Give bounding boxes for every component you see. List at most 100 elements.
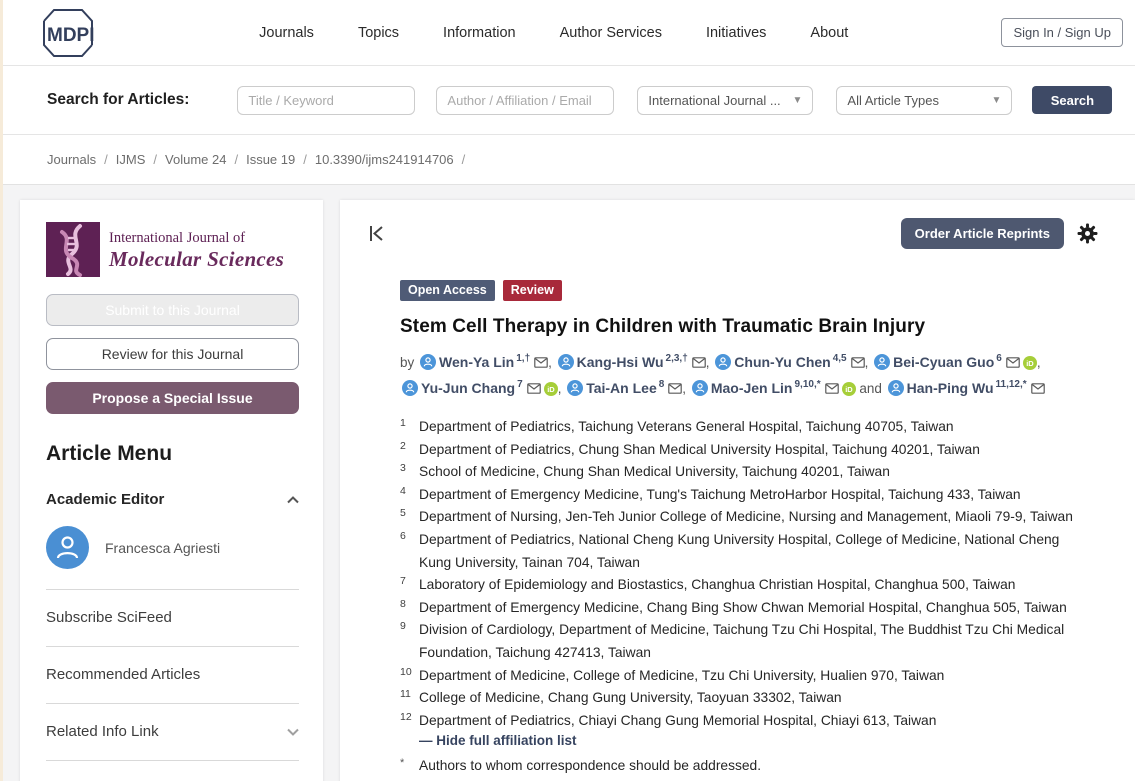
breadcrumb-link[interactable]: Volume 24: [165, 152, 226, 167]
sidebar-link[interactable]: Subscribe SciFeed: [46, 609, 299, 626]
email-icon[interactable]: [692, 357, 706, 368]
mdpi-logo[interactable]: MDPI: [30, 7, 106, 59]
affiliation-number: 8: [400, 593, 406, 616]
author-name-link[interactable]: Yu-Jun Chang: [421, 380, 515, 396]
affiliation-number: 6: [400, 525, 406, 548]
email-icon[interactable]: [527, 383, 541, 394]
footnote: *Authors to whom correspondence should b…: [400, 754, 1093, 777]
author-avatar-icon[interactable]: [715, 354, 731, 370]
editor-avatar-icon[interactable]: [46, 526, 89, 569]
article-body: Open Access Review Stem Cell Therapy in …: [400, 280, 1093, 781]
journal-dna-icon: [46, 222, 100, 277]
breadcrumb-link[interactable]: Journals: [47, 152, 96, 167]
hide-affiliation-list-link[interactable]: — Hide full affiliation list: [419, 733, 1093, 748]
order-reprints-button[interactable]: Order Article Reprints: [901, 218, 1064, 249]
nav-item[interactable]: Journals: [259, 25, 314, 41]
sidebar-link[interactable]: Recommended Articles: [46, 666, 299, 683]
email-icon[interactable]: [825, 383, 839, 394]
article-type-select-value: All Article Types: [847, 93, 939, 108]
breadcrumb-link[interactable]: 10.3390/ijms241914706: [315, 152, 454, 167]
affiliation-number: 5: [400, 502, 406, 525]
breadcrumb-item: 10.3390/ijms241914706 /: [315, 152, 465, 167]
author-affiliation-sup: 6: [996, 353, 1002, 364]
article-badges: Open Access Review: [400, 280, 1093, 301]
email-icon[interactable]: [668, 383, 682, 394]
affiliation-number: 12: [400, 706, 412, 729]
affiliation-text: Department of Pediatrics, Chiayi Chang G…: [419, 713, 936, 728]
breadcrumb-link[interactable]: Issue 19: [246, 152, 295, 167]
email-icon[interactable]: [1006, 357, 1020, 368]
author: Wen-Ya Lin1,†,: [418, 355, 556, 370]
sidebar-link-label: Related Info Link: [46, 723, 159, 740]
toolbar-right: Order Article Reprints: [901, 218, 1098, 249]
author-name-link[interactable]: Mao-Jen Lin: [711, 380, 793, 396]
breadcrumb-link[interactable]: IJMS: [116, 152, 146, 167]
sidebar-link[interactable]: Related Info Link: [46, 723, 299, 740]
author-affiliation-input[interactable]: [436, 86, 614, 115]
journal-logo[interactable]: International Journal of Molecular Scien…: [46, 222, 299, 277]
gear-icon[interactable]: [1077, 223, 1098, 244]
author-name-link[interactable]: Kang-Hsi Wu: [577, 354, 664, 370]
author-separator: ,: [1037, 355, 1041, 370]
affiliation-item: 6Department of Pediatrics, National Chen…: [400, 529, 1076, 574]
chevron-down-icon: ▼: [992, 95, 1002, 106]
sign-in-button[interactable]: Sign In / Sign Up: [1001, 18, 1123, 47]
nav-item[interactable]: Author Services: [560, 25, 662, 41]
affiliation-item: 2Department of Pediatrics, Chung Shan Me…: [400, 439, 1076, 462]
sidebar-action-button[interactable]: Propose a Special Issue: [46, 382, 299, 414]
title-keyword-input[interactable]: [237, 86, 415, 115]
orcid-icon[interactable]: iD: [544, 382, 558, 396]
breadcrumb-separator: /: [104, 152, 108, 167]
author-affiliation-sup: 9,10,*: [794, 379, 820, 390]
divider: [46, 646, 299, 647]
affiliation-number: 10: [400, 661, 412, 684]
email-icon[interactable]: [851, 357, 865, 368]
academic-editor-section-toggle[interactable]: Academic Editor: [46, 491, 299, 508]
orcid-icon[interactable]: iD: [842, 382, 856, 396]
author-avatar-icon[interactable]: [420, 354, 436, 370]
search-label: Search for Articles:: [47, 91, 189, 109]
author: Kang-Hsi Wu2,3,†,: [556, 355, 714, 370]
sidebar-action-button[interactable]: Submit to this Journal: [46, 294, 299, 326]
author-affiliation-sup: 2,3,†: [666, 353, 688, 364]
breadcrumb-item: Issue 19 /: [246, 152, 307, 167]
email-icon[interactable]: [1031, 383, 1045, 394]
sidebar-action-button[interactable]: Review for this Journal: [46, 338, 299, 370]
affiliation-number: 2: [400, 435, 406, 458]
nav-item[interactable]: Information: [443, 25, 516, 41]
author-separator: and: [856, 381, 886, 396]
nav-item[interactable]: Initiatives: [706, 25, 766, 41]
author-avatar-icon[interactable]: [558, 354, 574, 370]
author-avatar-icon[interactable]: [402, 380, 418, 396]
nav-item[interactable]: About: [810, 25, 848, 41]
author-name-link[interactable]: Han-Ping Wu: [907, 380, 994, 396]
article-type-select[interactable]: All Article Types ▼: [836, 86, 1012, 115]
affiliation-text: Department of Pediatrics, National Cheng…: [419, 532, 1059, 570]
orcid-icon[interactable]: iD: [1023, 356, 1037, 370]
academic-editor-name[interactable]: Francesca Agriesti: [105, 540, 220, 556]
email-icon[interactable]: [534, 357, 548, 368]
article-title: Stem Cell Therapy in Children with Traum…: [400, 316, 1093, 338]
author-name-link[interactable]: Bei-Cyuan Guo: [893, 354, 994, 370]
affiliation-text: Department of Pediatrics, Chung Shan Med…: [419, 442, 980, 457]
author: Tai-An Lee8,: [565, 381, 690, 396]
affiliation-number: 4: [400, 480, 406, 503]
author-name-link[interactable]: Wen-Ya Lin: [439, 354, 514, 370]
affiliation-list: 1Department of Pediatrics, Taichung Vete…: [400, 416, 1076, 732]
author-name-link[interactable]: Tai-An Lee: [586, 380, 657, 396]
page-content: International Journal of Molecular Scien…: [0, 185, 1135, 781]
affiliation-text: Division of Cardiology, Department of Me…: [419, 622, 1064, 660]
author-avatar-icon[interactable]: [874, 354, 890, 370]
affiliation-text: Department of Nursing, Jen-Teh Junior Co…: [419, 509, 1073, 524]
collapse-sidebar-icon[interactable]: [368, 225, 386, 242]
author-avatar-icon[interactable]: [692, 380, 708, 396]
journal-select[interactable]: International Journal ... ▼: [637, 86, 813, 115]
footnote-marker: *: [400, 752, 404, 775]
author-avatar-icon[interactable]: [567, 380, 583, 396]
author-avatar-icon[interactable]: [888, 380, 904, 396]
article-badge: Review: [503, 280, 562, 301]
search-button[interactable]: Search: [1032, 86, 1112, 114]
nav-item[interactable]: Topics: [358, 25, 399, 41]
author-name-link[interactable]: Chun-Yu Chen: [734, 354, 830, 370]
top-header: MDPI Journals Topics Information Author …: [0, 0, 1135, 66]
